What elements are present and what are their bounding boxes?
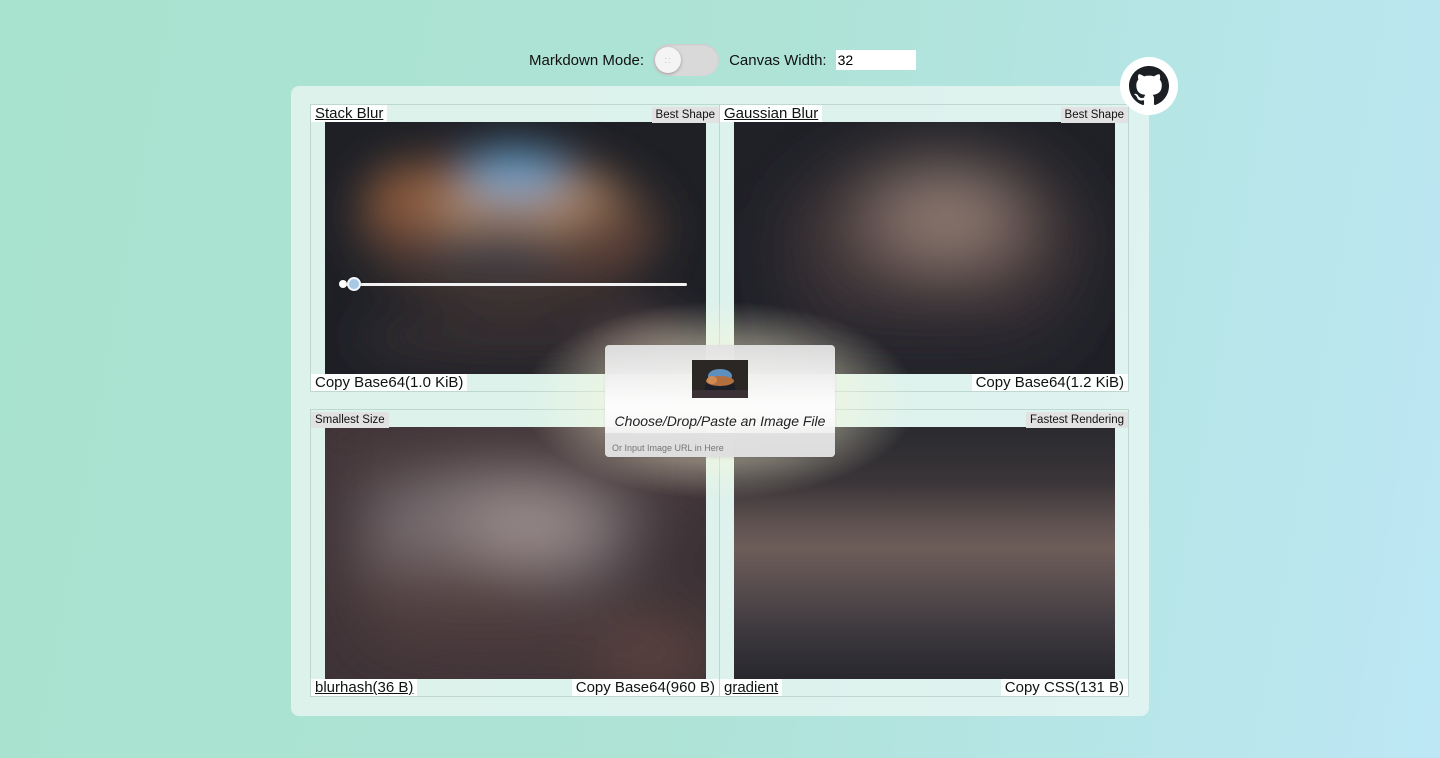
dropzone-prompt: Choose/Drop/Paste an Image File — [614, 413, 826, 429]
gaussian-blur-tag: Best Shape — [1060, 107, 1128, 123]
stack-blur-title-link[interactable]: Stack Blur — [311, 105, 388, 122]
image-url-input[interactable] — [605, 433, 835, 457]
gradient-title-link[interactable]: gradient — [720, 679, 783, 696]
gaussian-blur-preview — [734, 122, 1115, 374]
github-link[interactable] — [1120, 57, 1178, 115]
canvas-width-input[interactable] — [835, 50, 916, 70]
image-dropzone[interactable]: Choose/Drop/Paste an Image File — [605, 345, 835, 457]
stack-blur-preview — [325, 122, 706, 374]
blur-slider-thumb[interactable] — [347, 277, 361, 291]
github-icon — [1129, 66, 1169, 106]
markdown-mode-label: Markdown Mode: — [529, 51, 645, 69]
blurhash-title-link[interactable]: blurhash(36 B) — [311, 679, 418, 696]
gradient-preview — [734, 427, 1115, 679]
blur-slider-track[interactable] — [343, 283, 687, 286]
stack-blur-copy-button[interactable]: Copy Base64(1.0 KiB) — [311, 374, 468, 391]
gaussian-blur-title-link[interactable]: Gaussian Blur — [720, 105, 823, 122]
canvas-width-label: Canvas Width: — [729, 51, 827, 69]
gaussian-blur-copy-button[interactable]: Copy Base64(1.2 KiB) — [971, 374, 1128, 391]
blurhash-preview — [325, 427, 706, 679]
gradient-tag: Fastest Rendering — [1026, 412, 1128, 428]
blurhash-copy-button[interactable]: Copy Base64(960 B) — [571, 679, 719, 696]
toggle-knob: :: — [655, 47, 682, 73]
toolbar: Markdown Mode: :: Canvas Width: — [529, 42, 916, 78]
stack-blur-tag: Best Shape — [651, 107, 719, 123]
markdown-mode-toggle[interactable]: :: — [653, 44, 720, 76]
blurhash-tag: Smallest Size — [311, 412, 389, 428]
gradient-copy-button[interactable]: Copy CSS(131 B) — [1000, 679, 1128, 696]
source-image-thumbnail — [692, 360, 748, 398]
blur-slider-start — [339, 280, 347, 288]
